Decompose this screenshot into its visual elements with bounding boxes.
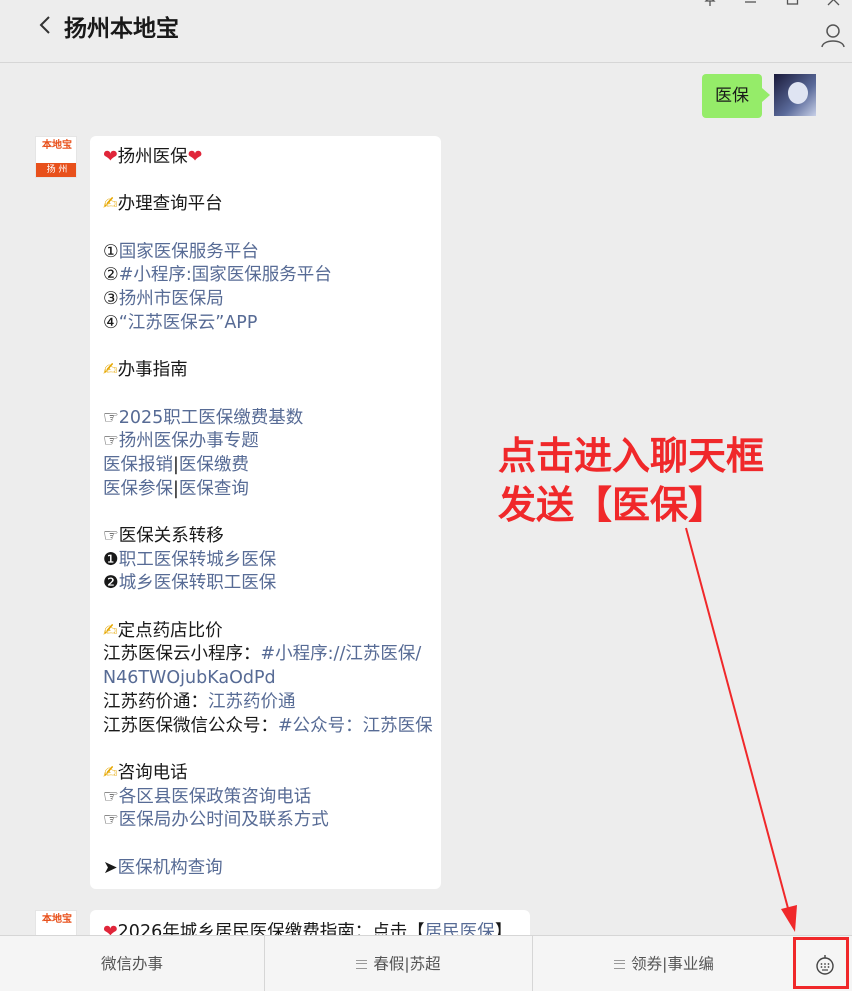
submenu-icon [356, 960, 368, 969]
link-transfer-to-rural[interactable]: 职工医保转城乡医保 [119, 550, 277, 570]
minimize-icon[interactable] [744, 0, 758, 12]
pointing-hand-icon: ☞ [103, 407, 119, 428]
menu-item-label: 微信办事 [100, 955, 163, 973]
pointing-hand-icon: ☞ [103, 810, 119, 831]
section-heading: 办理查询平台 [117, 194, 223, 215]
bot-message-bubble: ❤扬州医保❤ ✍办理查询平台 ①国家医保服务平台 ②#小程序:国家医保服务平台 … [90, 136, 441, 889]
label-text: 江苏医保微信公众号： [103, 715, 278, 736]
submenu-icon [614, 960, 626, 969]
avatar-brand-text: 本地宝 [36, 137, 76, 163]
bottom-menu: 微信办事 春假|苏超 领券|事业编 [0, 935, 852, 991]
list-marker: ④ [103, 312, 119, 333]
list-marker: ③ [103, 289, 119, 310]
link-drug-price[interactable]: 江苏药价通 [208, 692, 296, 712]
link-yangzhou-bureau[interactable]: 扬州市医保局 [119, 289, 224, 309]
list-marker: ❷ [103, 573, 119, 594]
section-heading: 定点药店比价 [117, 620, 223, 641]
link-institution-query[interactable]: 医保机构查询 [118, 858, 223, 878]
message-title: 扬州医保 [117, 147, 188, 167]
user-message-bubble: 医保 [702, 74, 770, 118]
link-office-hours[interactable]: 医保局办公时间及联系方式 [119, 810, 329, 830]
user-avatar[interactable] [774, 74, 816, 116]
person-icon[interactable] [820, 22, 846, 48]
menu-item-spring-break[interactable]: 春假|苏超 [265, 936, 532, 991]
label-text: 江苏药价通： [103, 691, 208, 712]
pin-icon[interactable] [703, 0, 717, 12]
menu-item-label: 春假|苏超 [373, 955, 441, 973]
link-query[interactable]: 医保查询 [179, 479, 249, 499]
close-icon[interactable] [827, 0, 841, 12]
label-text: 江苏医保云小程序： [103, 644, 261, 665]
link-transfer-to-employee[interactable]: 城乡医保转职工医保 [119, 573, 277, 593]
link-reimbursement[interactable]: 医保报销 [103, 455, 173, 475]
menu-item-wechat-service[interactable]: 微信办事 [0, 936, 264, 991]
chat-title: 扬州本地宝 [64, 16, 179, 42]
heart-icon: ❤ [103, 147, 118, 167]
back-icon[interactable] [36, 13, 56, 37]
avatar-city-text: 扬 州 [36, 163, 76, 177]
link-contribution-base[interactable]: 2025职工医保缴费基数 [119, 408, 304, 428]
link-topic[interactable]: 扬州医保办事专题 [119, 431, 259, 451]
link-payment[interactable]: 医保缴费 [179, 455, 249, 475]
section-heading: ☞医保关系转移 [103, 526, 224, 546]
menu-item-coupons[interactable]: 领券|事业编 [533, 936, 795, 991]
link-mini-program[interactable]: #小程序:国家医保服务平台 [119, 265, 332, 285]
chat-header: 扬州本地宝 [0, 0, 852, 63]
pointing-hand-icon: ☞ [103, 431, 119, 452]
section-heading: 办事指南 [117, 360, 188, 381]
pointing-hand-icon: ☞ [103, 786, 119, 807]
link-enrollment[interactable]: 医保参保 [103, 479, 173, 499]
link-mini-program-jiangsu[interactable]: #小程序://江苏医保/ [261, 644, 422, 664]
writing-hand-icon: ✍ [103, 194, 118, 215]
maximize-icon[interactable] [786, 0, 800, 12]
link-national-platform[interactable]: 国家医保服务平台 [119, 242, 259, 262]
writing-hand-icon: ✍ [103, 360, 118, 381]
link-official-account[interactable]: #公众号：江苏医保 [278, 716, 433, 736]
link-jiangsu-app[interactable]: “江苏医保云”APP [119, 313, 258, 333]
avatar-brand-text: 本地宝 [36, 911, 76, 937]
section-heading: 咨询电话 [117, 762, 188, 783]
link-consult-phone[interactable]: 各区县医保政策咨询电话 [119, 787, 312, 807]
annotation-line: 发送【医保】 [498, 483, 727, 527]
writing-hand-icon: ✍ [103, 762, 118, 783]
bot-avatar[interactable]: 本地宝 扬 州 [35, 136, 77, 178]
menu-item-label: 领券|事业编 [631, 955, 714, 973]
list-marker: ❶ [103, 549, 119, 570]
annotation-line: 点击进入聊天框 [498, 434, 765, 478]
link-mini-program-code[interactable]: N46TWOjubKaOdPd [103, 668, 276, 688]
list-marker: ① [103, 241, 119, 262]
heart-icon: ❤ [187, 147, 203, 167]
arrow-icon: ➤ [103, 857, 118, 878]
keyboard-icon[interactable] [815, 955, 835, 975]
instruction-annotation: 点击进入聊天框 发送【医保】 [498, 432, 764, 530]
writing-hand-icon: ✍ [103, 620, 118, 641]
list-marker: ② [103, 265, 119, 286]
